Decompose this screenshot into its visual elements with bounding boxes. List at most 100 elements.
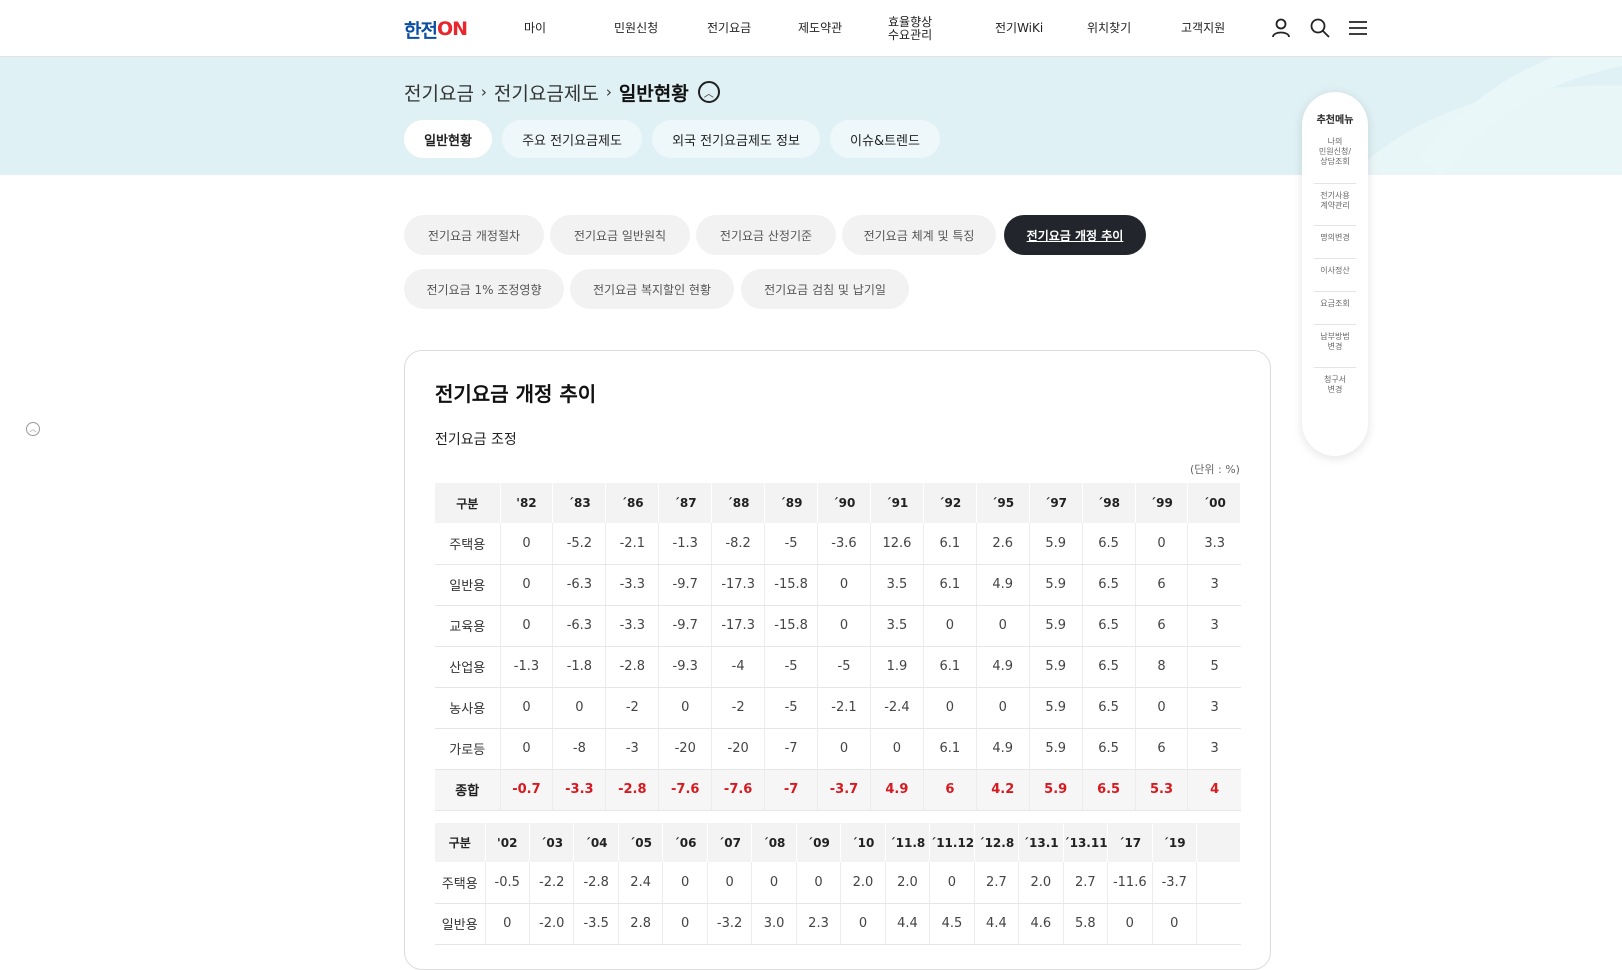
table-cell: 0 [707,862,753,904]
table-cell: -6.3 [552,605,607,647]
table-cell: -7 [764,728,819,770]
table-cell: 3.3 [1187,523,1241,565]
table-row: 가로등 0 -8 -3 -20 -20 -7 0 0 6.1 4.9 5.9 6.5 6 3 [435,728,1241,770]
quick-item-bill-change[interactable]: 청구서 변경 [1310,375,1360,395]
quick-item-name-change[interactable]: 명의변경 [1310,233,1360,243]
table-cell: -7.6 [658,769,713,811]
table-cell: 6.1 [923,564,977,606]
table-cell: 6.5 [1082,564,1136,606]
tab-foreign-tariff-info[interactable]: 외국 전기요금제도 정보 [652,120,820,158]
table-cell: -17.3 [711,605,766,647]
nav-support[interactable]: 고객지원 [1181,0,1225,57]
quick-item-my-requests[interactable]: 나의 민원신청/상담조회 [1310,137,1360,167]
row-label: 종합 [435,769,501,811]
quick-menu-divider [1314,258,1356,259]
table-cell: -1.3 [658,523,713,565]
table-cell: 0 [500,687,554,729]
table-cell: 4.9 [870,769,924,811]
table-cell: 0 [662,862,708,904]
table-cell: 5 [1187,646,1241,688]
table-cell [1196,862,1241,904]
table-cell: 2.4 [618,862,664,904]
quick-item-move-settlement[interactable]: 이사정산 [1310,266,1360,276]
table-cell: -6.3 [552,564,607,606]
user-icon[interactable] [1270,17,1292,39]
chevron-up-icon[interactable]: ︿ [697,81,720,103]
table-cell: 0 [500,728,554,770]
table-total-row: 종합 -0.7 -3.3 -2.8 -7.6 -7.6 -7 -3.7 4.9 6 4.2 5.9 6.… [435,769,1241,811]
table-cell: 0 [658,687,713,729]
column-header-year: ´03 [529,823,575,862]
quick-menu-divider [1314,183,1356,184]
column-header-year: ´95 [976,483,1030,523]
table-cell: 0 [500,523,554,565]
breadcrumb-current: 일반현황 [618,82,689,105]
column-header-year: ´04 [573,823,619,862]
subtab-meter-reading-due[interactable]: 전기요금 검침 및 납기일 [741,269,909,309]
subtab-one-percent-impact[interactable]: 전기요금 1% 조정영향 [404,269,564,309]
breadcrumb-item[interactable]: 전기요금 [404,79,474,106]
tab-general-status[interactable]: 일반현황 [404,120,492,158]
quick-menu-divider [1314,291,1356,292]
nav-my[interactable]: 마이 [524,0,546,57]
quick-menu-divider [1314,367,1356,368]
column-header-year: ´08 [751,823,797,862]
table-cell: -3.5 [573,903,619,945]
nav-terms[interactable]: 제도약관 [798,0,842,57]
table-cell: 12.6 [870,523,924,565]
table-cell: 3 [1187,687,1241,729]
row-label: 교육용 [435,605,501,647]
column-header-category: 구분 [435,483,501,523]
table-cell: -5.2 [552,523,607,565]
row-label: 주택용 [435,862,486,904]
table-cell: 6.5 [1082,728,1136,770]
subtab-structure-features[interactable]: 전기요금 체계 및 특징 [842,215,996,255]
table-cell: 6.5 [1082,769,1136,811]
table-cell: 6.1 [923,728,977,770]
search-icon[interactable] [1309,17,1331,39]
table-cell: -3.3 [605,564,660,606]
column-header-year: '02 [485,823,530,862]
quick-item-payment-method[interactable]: 납부방법 변경 [1310,332,1360,352]
chevron-up-icon[interactable]: ︿ [26,422,40,436]
tab-main-tariff-systems[interactable]: 주요 전기요금제도 [502,120,642,158]
quick-item-contract[interactable]: 전기사용 계약관리 [1310,191,1360,211]
subtab-welfare-discount[interactable]: 전기요금 복지할인 현황 [570,269,734,309]
table-cell: -15.8 [764,605,819,647]
table-cell: -5 [764,523,819,565]
subtab-calculation-criteria[interactable]: 전기요금 산정기준 [696,215,836,255]
column-header-year: '82 [500,483,554,523]
tab-issues-trends[interactable]: 이슈&트렌드 [830,120,940,158]
table-header-row: 구분 '82 ´83 ´86 ´87 ´88 ´89 ´90 ´91 ´92 ´95 ´97 ´98 ´9… [435,483,1242,523]
table-cell: 6 [1135,728,1189,770]
table-cell: 4.4 [974,903,1020,945]
column-header-year: ´97 [1029,483,1083,523]
column-header-year [1196,823,1242,862]
nav-civil-application[interactable]: 민원신청 [614,0,658,57]
table-cell: 3.5 [870,605,924,647]
breadcrumb-item[interactable]: 전기요금제도 [494,79,599,106]
table-cell: 0 [923,687,977,729]
nav-location[interactable]: 위치찾기 [1087,0,1131,57]
table-cell: 4.9 [976,646,1030,688]
table-row: 교육용 0 -6.3 -3.3 -9.7 -17.3 -15.8 0 3.5 0 0 5.9 6.5 6 3 [435,605,1241,647]
column-header-year: ´12.8 [974,823,1020,862]
subtab-general-principles[interactable]: 전기요금 일반원칙 [550,215,690,255]
table-cell: 0 [929,862,975,904]
kepco-on-logo[interactable]: 한전 ON [404,18,468,42]
nav-electricity-rates[interactable]: 전기요금 [707,0,751,57]
table-cell: -2.0 [529,903,575,945]
column-header-year: ´91 [870,483,924,523]
menu-icon[interactable] [1347,17,1369,39]
subtab-revision-procedure[interactable]: 전기요금 개정절차 [404,215,544,255]
table-cell: 0 [485,903,530,945]
content-title: 전기요금 개정 추이 [435,382,597,406]
table-cell: 6.5 [1082,687,1136,729]
unit-label: (단위 : %) [1190,463,1240,476]
table-cell: -7 [764,769,819,811]
nav-efficiency[interactable]: 효율향상 수요관리 [888,0,932,57]
table-cell: -5 [764,687,819,729]
quick-item-bill-inquiry[interactable]: 요금조회 [1310,299,1360,309]
nav-wiki[interactable]: 전기WiKi [995,0,1043,57]
subtab-revision-trend[interactable]: 전기요금 개정 추이 [1004,215,1146,255]
